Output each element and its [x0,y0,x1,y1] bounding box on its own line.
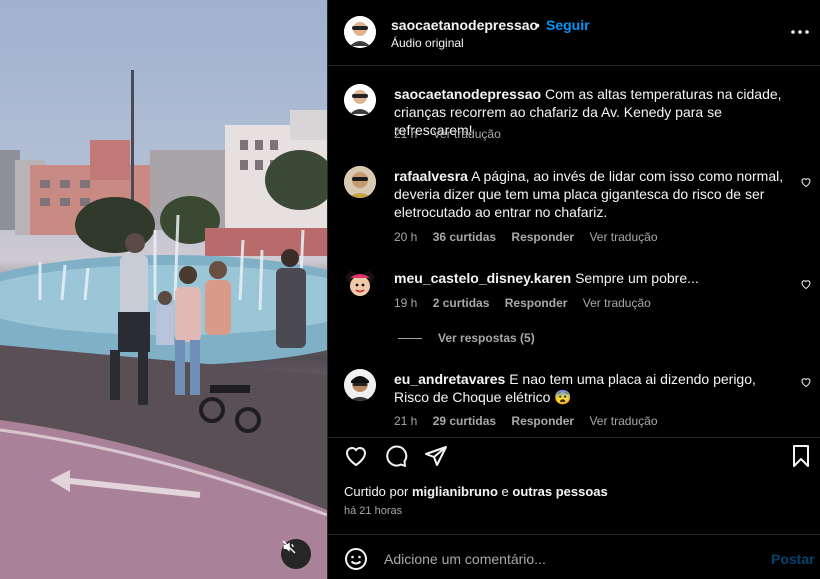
comment-body: meu_castelo_disney.karen Sempre um pobre… [394,269,794,287]
liked-and: e [501,484,509,499]
comment-time[interactable]: 21 h [394,414,417,428]
heart-icon[interactable] [344,444,368,468]
comment-body: eu_andretavares E nao tem uma placa ai d… [394,370,794,406]
comment-username[interactable]: eu_andretavares [394,371,505,387]
likes-count[interactable]: 36 curtidas [433,230,496,244]
liked-by-summary: Curtido por miglianibruno e outras pesso… [344,484,608,499]
avatar[interactable] [344,16,376,48]
likes-count[interactable]: 2 curtidas [433,296,490,310]
muted-speaker-icon [282,540,296,554]
comment-meta: 19 h 2 curtidas Responder Ver tradução [394,296,663,310]
post-actions: Curtido por miglianibruno e outras pesso… [328,437,820,534]
avatar[interactable] [344,84,376,116]
avatar-image [344,369,376,401]
heart-icon[interactable] [800,176,812,188]
bookmark-icon[interactable] [789,444,813,468]
avatar-image [344,166,376,198]
emoji-icon[interactable] [344,547,368,571]
liked-by-user[interactable]: miglianibruno [412,484,498,499]
comment-time[interactable]: 20 h [394,230,417,244]
heart-icon[interactable] [800,278,812,290]
comment-meta: 21 h Ver tradução [394,127,513,141]
post-time[interactable]: há 21 horas [344,505,402,517]
avatar-image [345,271,375,296]
translate-link[interactable]: Ver tradução [589,414,657,428]
comment-icon[interactable] [384,444,408,468]
post-header: saocaetanodepressao • Seguir Áudio origi… [328,0,820,66]
comment-body: rafaalvesra A página, ao invés de lidar … [394,167,794,221]
view-replies-label: Ver respostas (5) [438,331,535,345]
heart-icon[interactable] [800,376,812,388]
comment-meta: 20 h 36 curtidas Responder Ver tradução [394,230,670,244]
more-options-icon[interactable] [788,24,812,40]
audio-label[interactable]: Áudio original [391,36,464,50]
translate-link[interactable]: Ver tradução [433,127,501,141]
mute-button[interactable] [281,539,311,569]
separator-dot: • [535,17,540,33]
follow-button[interactable]: Seguir [546,17,590,33]
video-frame [0,70,327,579]
liked-prefix: Curtido por [344,484,409,499]
comment-username[interactable]: saocaetanodepressao [394,86,541,102]
translate-link[interactable]: Ver tradução [589,230,657,244]
avatar-image [344,16,376,48]
translate-link[interactable]: Ver tradução [583,296,651,310]
comments-list[interactable]: saocaetanodepressao Com as altas tempera… [328,67,820,437]
avatar[interactable] [344,166,376,198]
post-video[interactable] [0,0,327,579]
comment-username[interactable]: rafaalvesra [394,168,468,184]
liked-by-others[interactable]: outras pessoas [512,484,607,499]
reply-button[interactable]: Responder [511,230,574,244]
reply-button[interactable]: Responder [511,414,574,428]
comment-meta: 21 h 29 curtidas Responder Ver tradução [394,414,670,428]
post-comment-button[interactable]: Postar [771,551,815,567]
share-icon[interactable] [424,444,448,468]
post-details-panel: saocaetanodepressao • Seguir Áudio origi… [327,0,820,579]
avatar[interactable] [344,369,376,401]
comment-username[interactable]: meu_castelo_disney.karen [394,270,571,286]
avatar-image [344,84,376,116]
comment-time[interactable]: 21 h [394,127,417,141]
replies-divider-line [398,337,422,339]
comment-text: Sempre um pobre... [575,270,699,286]
likes-count[interactable]: 29 curtidas [433,414,496,428]
comment-time[interactable]: 19 h [394,296,417,310]
avatar[interactable] [344,268,376,300]
comment-input[interactable] [384,549,744,569]
post-author-username[interactable]: saocaetanodepressao [391,17,538,33]
add-comment-bar: Postar [328,534,820,579]
reply-button[interactable]: Responder [505,296,568,310]
view-replies-button[interactable]: Ver respostas (5) [398,331,535,345]
